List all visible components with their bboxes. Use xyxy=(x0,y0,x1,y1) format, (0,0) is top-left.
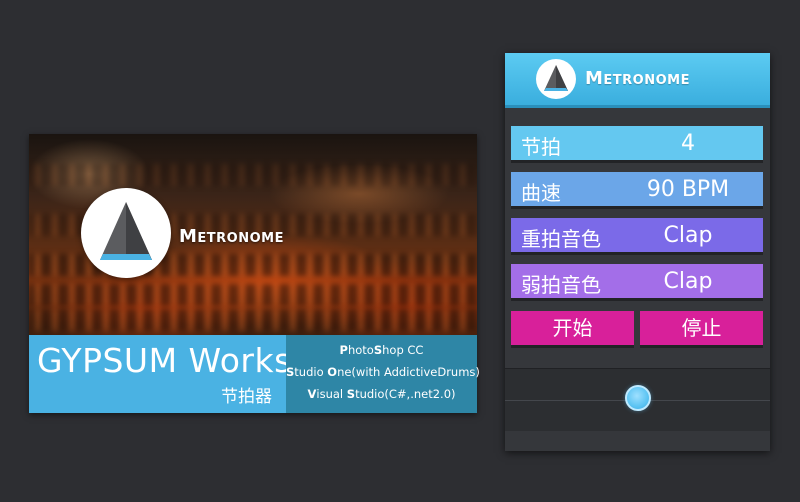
app-header: Metronome xyxy=(505,53,770,108)
weak-sound-label: 弱拍音色 xyxy=(521,273,601,297)
tool-line-visual-studio: Visual Studio(C#,.net2.0) xyxy=(307,387,456,401)
accent-sound-value: Clap xyxy=(663,223,713,248)
slider-knob-icon[interactable] xyxy=(625,385,651,411)
orchestra-photo: Metronome xyxy=(29,134,477,335)
tempo-label: 曲速 xyxy=(521,181,561,205)
app-title: Metronome xyxy=(585,68,690,89)
tool-line-studio-one: Studio One(with AddictiveDrums) xyxy=(286,365,480,379)
tool-line-photoshop: PhotoShop CC xyxy=(339,343,424,357)
promo-title-panel: GYPSUM Works 节拍器 xyxy=(29,335,291,413)
metronome-logo-icon xyxy=(81,188,171,278)
beat-slider[interactable] xyxy=(505,368,770,432)
metronome-logo-icon xyxy=(536,59,576,99)
beats-setting[interactable]: 节拍 4 xyxy=(511,126,763,160)
stop-button[interactable]: 停止 xyxy=(640,311,763,345)
weak-sound-value: Clap xyxy=(663,269,713,294)
accent-sound-setting[interactable]: 重拍音色 Clap xyxy=(511,218,763,252)
promo-card: Metronome GYPSUM Works 节拍器 PhotoShop CC … xyxy=(29,134,480,413)
accent-sound-label: 重拍音色 xyxy=(521,227,601,251)
beats-value: 4 xyxy=(681,131,695,156)
promo-subtitle: 节拍器 xyxy=(221,387,272,407)
start-button[interactable]: 开始 xyxy=(511,311,634,345)
metronome-app-window: Metronome 节拍 4 曲速 90 BPM 重拍音色 Clap 弱拍音色 … xyxy=(505,53,770,451)
beats-label: 节拍 xyxy=(521,135,561,159)
tempo-setting[interactable]: 曲速 90 BPM xyxy=(511,172,763,206)
screen: Metronome GYPSUM Works 节拍器 PhotoShop CC … xyxy=(0,0,800,502)
app-footer xyxy=(505,431,770,451)
weak-sound-setting[interactable]: 弱拍音色 Clap xyxy=(511,264,763,298)
tempo-value: 90 BPM xyxy=(646,177,730,202)
promo-tools-panel: PhotoShop CC Studio One(with AddictiveDr… xyxy=(286,335,480,413)
promo-brand-name: Metronome xyxy=(179,226,284,247)
promo-title: GYPSUM Works xyxy=(37,341,292,380)
